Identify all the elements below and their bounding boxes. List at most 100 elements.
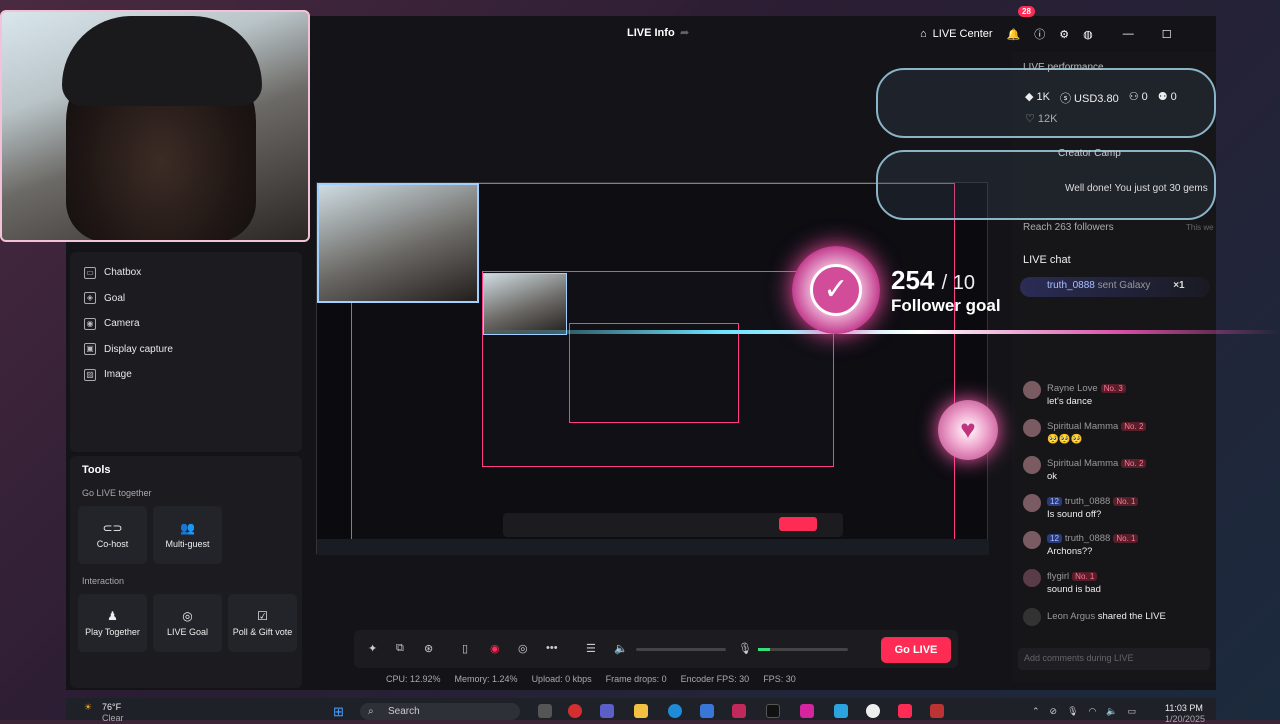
teams-icon[interactable]	[600, 704, 614, 718]
goal-label: Follower goal	[891, 296, 1001, 316]
likes-value: 12K	[1038, 113, 1058, 125]
gear-icon[interactable]: ⚙	[1059, 28, 1069, 41]
viewers-value: 0	[1142, 91, 1148, 103]
effects-icon[interactable]: ⊛	[424, 642, 433, 655]
chatgpt-icon[interactable]	[866, 704, 880, 718]
bell-icon[interactable]: 🔔	[1007, 28, 1021, 41]
telegram-icon[interactable]	[834, 704, 848, 718]
play-together-button[interactable]: ♟Play Together	[78, 594, 147, 652]
camera-icon: ◉	[84, 318, 96, 330]
cohost-button[interactable]: ⊂⊃Co-host	[78, 506, 147, 564]
layout-icon[interactable]: ⧉	[396, 642, 404, 655]
source-display-capture[interactable]: ▣Display capture	[70, 337, 302, 363]
chat-user: Spiritual Mamma	[1047, 421, 1118, 432]
mic-tray-icon[interactable]: 🎙	[1067, 706, 1078, 717]
gift-text: sent Galaxy	[1098, 280, 1151, 291]
speaker-icon[interactable]: 🔈	[1106, 706, 1117, 717]
go-live-button[interactable]: Go LIVE	[881, 637, 951, 663]
live-goal-button[interactable]: ◎ LIVE Goal	[153, 594, 222, 652]
goal-icon: ◈	[84, 292, 96, 304]
app2-icon[interactable]	[930, 704, 944, 718]
upload-stat: Upload: 0 kbps	[532, 674, 592, 684]
multiguest-icon: 👥	[180, 521, 195, 535]
nested-preview-3	[569, 323, 739, 423]
gift-count: ×1	[1173, 280, 1184, 291]
windows-start-icon[interactable]: ⊞	[333, 704, 344, 720]
performance-title: LIVE performance	[1023, 62, 1104, 73]
source-image[interactable]: ▨ Image	[70, 362, 302, 388]
nested-go-live	[779, 517, 817, 531]
edge-icon[interactable]	[668, 704, 682, 718]
taskbar-search[interactable]: Search	[360, 703, 520, 720]
live-center-link[interactable]: LIVE Center	[933, 28, 993, 40]
battery-icon[interactable]: ▭	[1128, 706, 1137, 717]
app-icon[interactable]	[732, 704, 746, 718]
source-chatbox[interactable]: ▭ Chatbox	[70, 260, 302, 286]
live-goal-icon: ◎	[182, 609, 192, 623]
stream-preview[interactable]	[316, 182, 988, 554]
weather-widget[interactable]: ☀ 76°F Clear	[84, 702, 92, 713]
chevron-up-icon[interactable]: ⌃	[1032, 706, 1040, 717]
interaction-heading: Interaction	[82, 576, 302, 586]
settings-sliders-icon[interactable]: ☰	[586, 642, 596, 655]
home-icon[interactable]: ⌂	[920, 28, 927, 40]
tiktok-icon[interactable]	[766, 704, 780, 718]
maximize-icon[interactable]: ☐	[1162, 28, 1172, 41]
chat-text: let's dance	[1047, 396, 1092, 407]
usd-stat: ⓢ USD3.80	[1060, 90, 1119, 106]
diamonds-stat: ◆ 1K	[1025, 90, 1050, 106]
comment-input[interactable]: Add comments during LIVE	[1018, 648, 1210, 670]
store-icon[interactable]	[700, 704, 714, 718]
source-camera[interactable]: ◉Camera	[70, 311, 302, 337]
poll-gift-vote-button[interactable]: ☑Poll & Gift vote	[228, 594, 297, 652]
clock-date: 1/20/2025	[1165, 714, 1205, 724]
webcam-feed[interactable]	[0, 10, 310, 242]
minimize-icon[interactable]: —	[1123, 28, 1134, 40]
multiguest-button[interactable]: 👥Multi-guest	[153, 506, 222, 564]
creator-camp-title[interactable]: Creator Camp	[1058, 148, 1121, 159]
microphone-icon[interactable]: 🎙	[738, 642, 752, 655]
rank-badge: No. 2	[1121, 422, 1146, 431]
magic-wand-icon[interactable]: ✦	[368, 642, 377, 655]
image-icon: ▨	[84, 369, 96, 381]
help-icon[interactable]: ⓘ	[1034, 26, 1045, 42]
mic-level-meter[interactable]	[758, 648, 848, 651]
network-off-icon[interactable]: ⊘	[1050, 706, 1058, 717]
record-icon[interactable]: ◉	[490, 642, 500, 655]
likes-stat: ♡ 12K	[1025, 112, 1058, 125]
cohost-icon: ⊂⊃	[102, 521, 122, 535]
avatar[interactable]: ◍	[1083, 28, 1093, 41]
wifi-icon[interactable]: ◠	[1089, 706, 1097, 717]
taskbar-clock[interactable]: 11:03 PM 1/20/2025	[1165, 703, 1203, 713]
chat-icon: ▭	[84, 267, 96, 279]
tools-title: Tools	[82, 464, 302, 476]
goal-badge: ✓	[792, 246, 880, 334]
instagram-icon[interactable]	[800, 704, 814, 718]
frame-drops-stat: Frame drops: 0	[606, 674, 667, 684]
system-tray: ⌃ ⊘ 🎙 ◠ 🔈 ▭	[1032, 706, 1136, 717]
source-goal[interactable]: ◈ Goal	[70, 286, 302, 312]
temperature: 76°F	[102, 702, 121, 712]
share-arrow-icon[interactable]: ➦	[680, 26, 689, 39]
opera-icon[interactable]	[568, 704, 582, 718]
tiktok-live-icon[interactable]	[898, 704, 912, 718]
folder-icon[interactable]	[634, 704, 648, 718]
phone-icon[interactable]: ▯	[462, 642, 468, 655]
live-goal-label: LIVE Goal	[167, 627, 208, 637]
level-badge: 12	[1047, 497, 1062, 506]
diamonds-value: 1K	[1037, 91, 1050, 103]
source-label: Goal	[104, 293, 125, 304]
play-together-label: Play Together	[85, 627, 140, 637]
viewers-stat: ⚇ 0	[1129, 90, 1148, 106]
volume-slider[interactable]	[636, 648, 726, 651]
volume-icon[interactable]: 🔈	[614, 642, 628, 655]
go-live-together-heading: Go LIVE together	[82, 488, 302, 498]
camera-toggle-icon[interactable]: ◎	[518, 642, 528, 655]
source-label: Chatbox	[104, 267, 141, 278]
stream-controls: ✦ ⧉ ⊛ ▯ ◉ ◎ ••• ☰ 🔈 🎙 Go LIVE	[354, 630, 958, 668]
check-icon: ✓	[810, 264, 862, 316]
more-icon[interactable]: •••	[546, 642, 558, 654]
source-label: Image	[104, 369, 132, 380]
avatar	[1023, 381, 1041, 399]
taskview-icon[interactable]	[538, 704, 552, 718]
